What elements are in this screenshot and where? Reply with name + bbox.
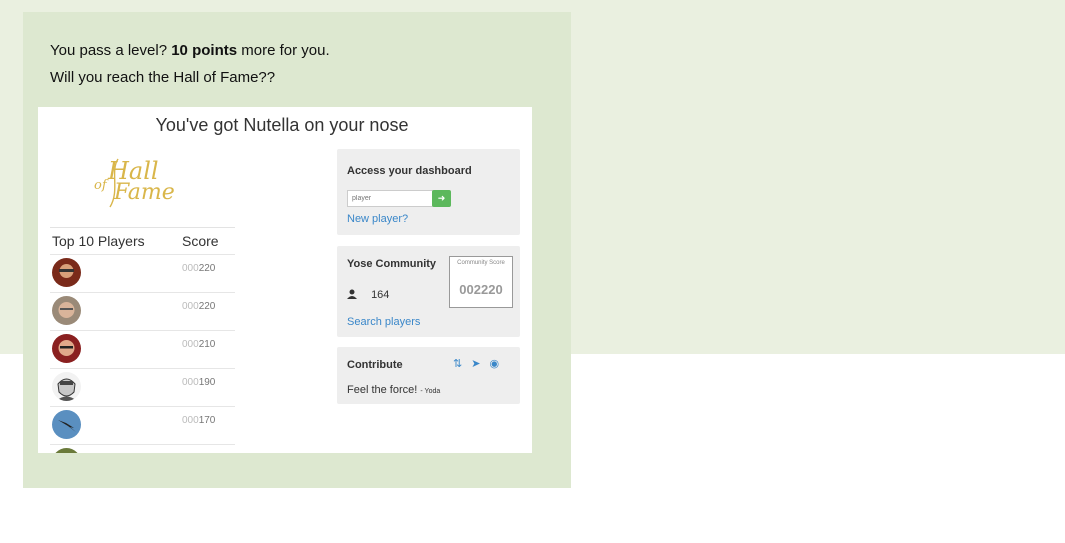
player-avatar[interactable] bbox=[52, 334, 81, 363]
table-row[interactable]: 000210 bbox=[50, 330, 235, 368]
dashboard-card: Access your dashboard ➜ New player? bbox=[337, 149, 520, 235]
table-row[interactable]: 000170 bbox=[50, 406, 235, 444]
player-avatar[interactable] bbox=[52, 258, 81, 287]
player-avatar[interactable] bbox=[52, 448, 81, 453]
player-score: 000170 bbox=[182, 415, 216, 426]
globe-icon[interactable]: ◉ bbox=[489, 358, 499, 370]
dashboard-title: Access your dashboard bbox=[347, 165, 472, 177]
sort-icon[interactable]: ⇅ bbox=[453, 358, 462, 370]
contribute-icons: ⇅ ➤ ◉ bbox=[453, 357, 508, 370]
table-row[interactable]: 000220 bbox=[50, 292, 235, 330]
community-card: Yose Community 164 Search players Commun… bbox=[337, 246, 520, 337]
player-score: 000220 bbox=[182, 301, 216, 312]
intro-text: You pass a level? 10 points more for you… bbox=[50, 37, 330, 91]
go-button[interactable]: ➜ bbox=[432, 190, 451, 207]
player-input[interactable] bbox=[347, 190, 433, 207]
community-score-box: Community Score 002220 bbox=[449, 256, 513, 308]
quote: Feel the force! - Yoda bbox=[347, 384, 441, 396]
send-icon[interactable]: ➤ bbox=[471, 358, 480, 370]
player-score: 000190 bbox=[182, 377, 216, 388]
community-score-label: Community Score bbox=[457, 260, 505, 266]
table-row[interactable]: 000190 bbox=[50, 368, 235, 406]
contribute-title: Contribute bbox=[347, 359, 403, 371]
hall-of-fame-list: 000220 000220 000210 000190 000170 bbox=[50, 254, 235, 453]
quote-author: - Yoda bbox=[420, 388, 441, 395]
table-row[interactable]: 000170 bbox=[50, 444, 235, 453]
player-score: 000210 bbox=[182, 339, 216, 350]
player-count: 164 bbox=[347, 289, 389, 301]
player-avatar-eagle[interactable] bbox=[52, 410, 81, 439]
contribute-card: Contribute ⇅ ➤ ◉ Feel the force! - Yoda bbox=[337, 347, 520, 404]
hall-of-fame-logo: Hall of Fame bbox=[90, 151, 190, 213]
svg-text:Fame: Fame bbox=[113, 180, 175, 205]
arrow-circle-icon: ➜ bbox=[437, 193, 446, 203]
players-column-header: Top 10 Players bbox=[52, 233, 145, 249]
search-players-link[interactable]: Search players bbox=[347, 316, 420, 328]
user-icon bbox=[347, 289, 360, 301]
player-avatar[interactable] bbox=[52, 296, 81, 325]
intro-line-2: Will you reach the Hall of Fame?? bbox=[50, 69, 276, 86]
points-highlight: 10 points bbox=[171, 42, 238, 59]
player-avatar[interactable] bbox=[52, 372, 81, 401]
embedded-screenshot: You've got Nutella on your nose Hall of … bbox=[38, 107, 532, 453]
community-score-value: 002220 bbox=[459, 282, 503, 297]
hall-of-fame-header: Top 10 Players Score bbox=[52, 233, 222, 249]
intro-line-1: You pass a level? 10 points more for you… bbox=[50, 42, 330, 59]
table-row[interactable]: 000220 bbox=[50, 254, 235, 292]
player-score: 000220 bbox=[182, 263, 216, 274]
hall-of-fame-divider bbox=[50, 227, 235, 228]
score-column-header: Score bbox=[182, 233, 219, 249]
community-title: Yose Community bbox=[347, 258, 437, 270]
svg-text:of: of bbox=[94, 178, 109, 193]
new-player-link[interactable]: New player? bbox=[347, 213, 408, 225]
page-title: You've got Nutella on your nose bbox=[155, 115, 409, 135]
